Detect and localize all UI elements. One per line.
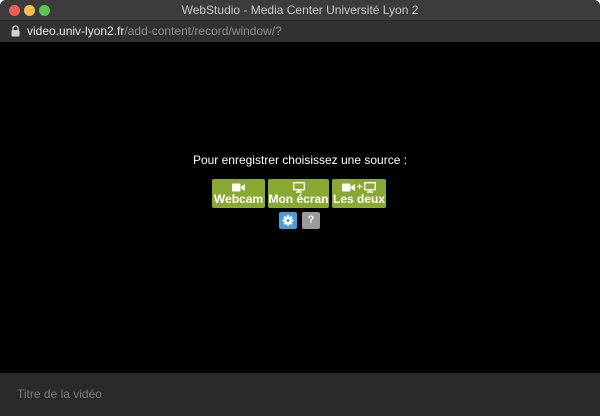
url-path: /add-content/record/window/? — [124, 24, 282, 38]
video-camera-icon — [341, 183, 355, 192]
footer-bar — [0, 373, 600, 416]
browser-window: WebStudio - Media Center Université Lyon… — [0, 0, 600, 416]
help-button-label: ? — [307, 214, 315, 226]
recorder-area: Pour enregistrer choisissez une source :… — [0, 42, 600, 373]
webcam-button[interactable]: Webcam — [212, 179, 265, 208]
plus-sign: + — [356, 181, 363, 193]
help-button[interactable]: ? — [302, 212, 320, 229]
my-screen-button-label: Mon écran — [268, 192, 329, 206]
source-prompt: Pour enregistrer choisissez une source : — [192, 153, 408, 167]
both-sources-button-label: Les deux — [332, 192, 386, 206]
my-screen-button[interactable]: Mon écran — [268, 179, 329, 208]
webcam-button-label: Webcam — [213, 192, 264, 206]
gear-icon — [282, 215, 294, 226]
video-camera-icon — [232, 183, 245, 192]
settings-button[interactable] — [279, 212, 297, 229]
lock-icon — [11, 25, 20, 37]
address-bar[interactable]: video.univ-lyon2.fr/add-content/record/w… — [0, 21, 600, 42]
url-text[interactable]: video.univ-lyon2.fr/add-content/record/w… — [27, 24, 282, 38]
url-domain: video.univ-lyon2.fr — [27, 24, 125, 38]
title-bar: WebStudio - Media Center Université Lyon… — [0, 0, 600, 21]
both-sources-button[interactable]: + Les deux — [332, 179, 386, 208]
window-title: WebStudio - Media Center Université Lyon… — [181, 3, 419, 17]
video-title-input[interactable] — [8, 381, 592, 407]
